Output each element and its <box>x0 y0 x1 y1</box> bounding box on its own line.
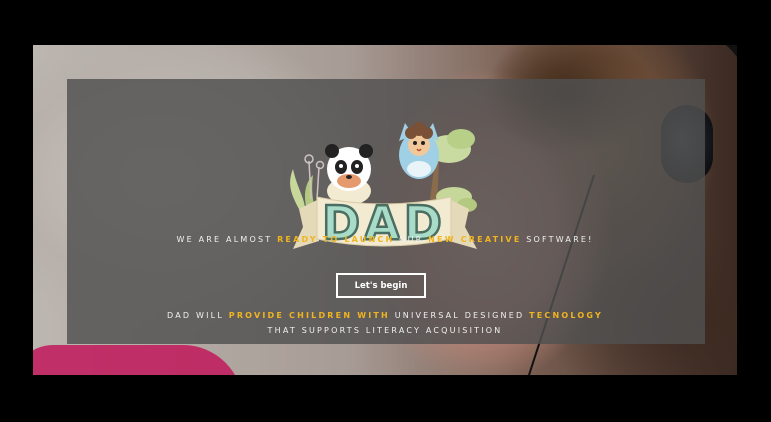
tagline-highlight: TECNOLOGY <box>529 311 603 320</box>
tagline: DAD WILL PROVIDE CHILDREN WITH UNIVERSAL… <box>33 311 737 320</box>
background-pink-object <box>33 345 243 375</box>
headline-highlight: NEW CREATIVE <box>428 235 522 244</box>
headline-text: WE ARE ALMOST <box>176 235 278 244</box>
headline-text: OUR <box>394 235 429 244</box>
lets-begin-button[interactable]: Let's begin <box>336 273 426 298</box>
hero-section: DAD WE ARE ALMOST READY TO LAUNCH OUR NE… <box>33 45 737 375</box>
headline-highlight: READY TO LAUNCH <box>277 235 395 244</box>
headline-text: SOFTWARE! <box>521 235 594 244</box>
dad-logo: DAD <box>290 122 477 249</box>
tagline-text: UNIVERSAL DESIGNED <box>389 311 530 320</box>
tagline-text: DAD WILL <box>167 311 229 320</box>
owl-mascot-icon <box>399 122 439 179</box>
headline: WE ARE ALMOST READY TO LAUNCH OUR NEW CR… <box>33 235 737 244</box>
tagline-highlight: PROVIDE CHILDREN WITH <box>228 311 390 320</box>
tagline-second-line: THAT SUPPORTS LITERACY ACQUISITION <box>267 326 503 335</box>
